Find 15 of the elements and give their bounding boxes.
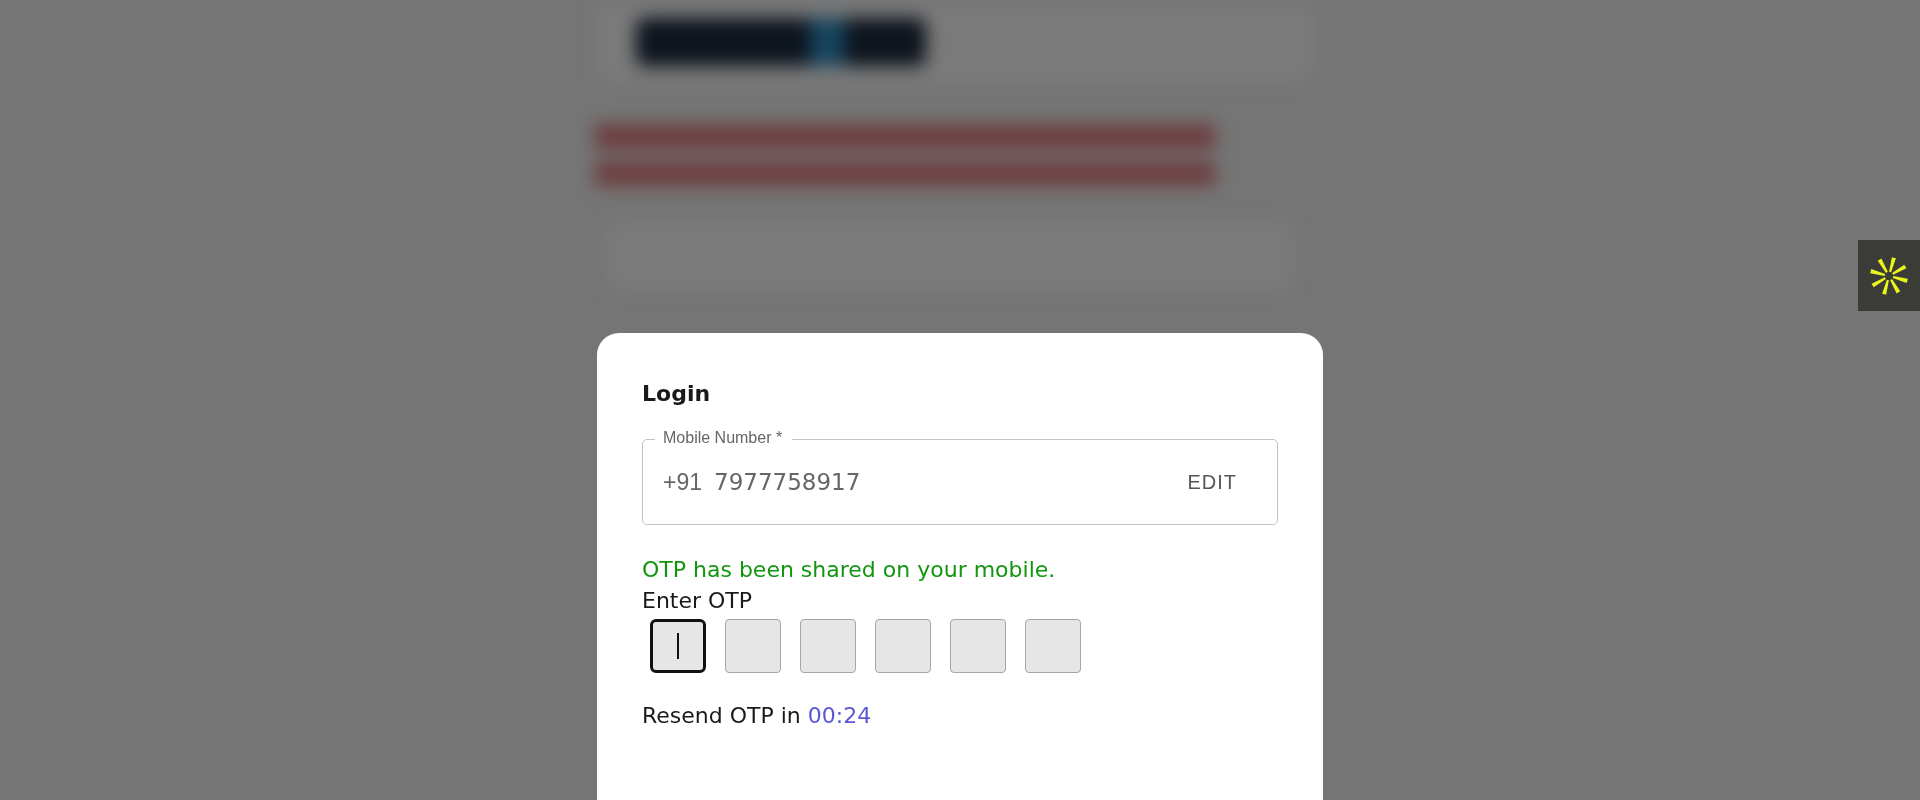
edit-button[interactable]: EDIT <box>1175 462 1249 502</box>
otp-input[interactable] <box>800 619 856 673</box>
resend-text: Resend OTP in 00:24 <box>642 703 873 728</box>
otp-input[interactable] <box>650 619 706 673</box>
dialog-title: Login <box>642 381 712 406</box>
otp-label: Enter OTP <box>642 588 754 613</box>
otp-input[interactable] <box>950 619 1006 673</box>
status-message: OTP has been shared on your mobile. <box>642 557 1057 582</box>
widget-button[interactable] <box>1858 240 1920 311</box>
asterisk-icon <box>1868 254 1910 297</box>
mobile-number-value: 7977758917 <box>714 469 862 495</box>
otp-input[interactable] <box>1025 619 1081 673</box>
otp-input[interactable] <box>875 619 931 673</box>
country-code: +91 <box>663 468 702 496</box>
otp-input[interactable] <box>725 619 781 673</box>
